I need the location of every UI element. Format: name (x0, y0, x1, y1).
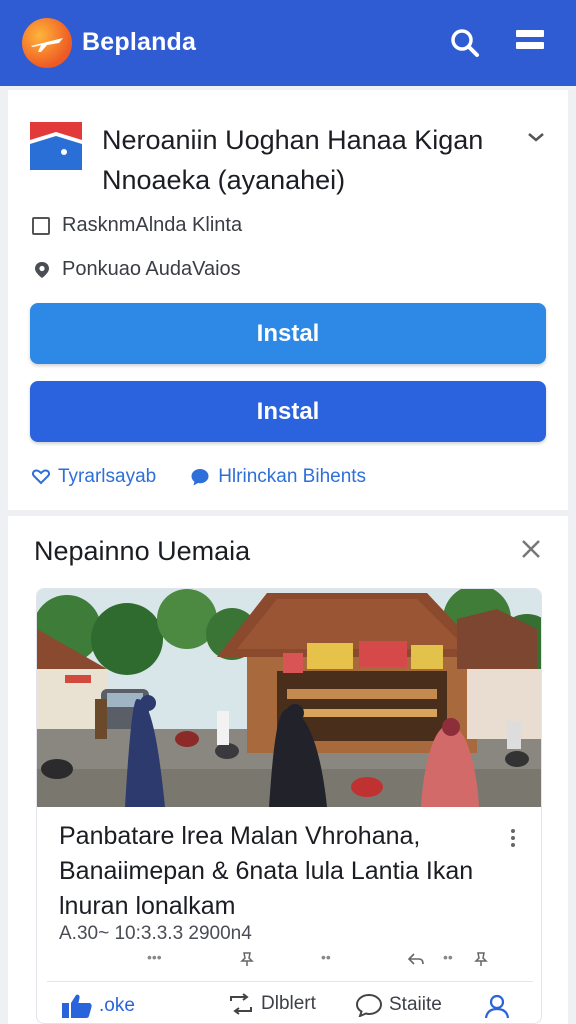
app-card-title: Neroaniin Uoghan Hanaa Kigan Nnoaeka (ay… (102, 125, 484, 195)
thumbs-up-icon (62, 994, 92, 1018)
profile-button[interactable] (483, 993, 517, 1019)
card-links: Tyrarlsayab Hlrinckan Bihents (32, 466, 400, 488)
menu-icon (516, 42, 544, 49)
plane-logo-icon (31, 38, 63, 52)
news-headline[interactable]: Panbatare lrea Malan Vhrohana, Banaiimep… (59, 819, 499, 924)
menu-icon (516, 30, 544, 37)
divider (47, 981, 533, 982)
dots-icon: ••• (147, 949, 162, 965)
chat-bubble-icon (191, 469, 209, 486)
comment-label: Staiite (389, 994, 442, 1015)
close-icon[interactable] (518, 536, 544, 562)
share-label: Dlblert (261, 993, 316, 1014)
share-button[interactable]: Dlblert (227, 993, 316, 1015)
app-card: Neroaniin Uoghan Hanaa Kigan Nnoaeka (ay… (8, 90, 568, 510)
like-label: .oke (99, 995, 135, 1016)
search-icon (451, 29, 479, 57)
install-button-secondary[interactable]: Instal (30, 381, 546, 442)
repost-icon (230, 993, 252, 1015)
checkbox-row[interactable]: RasknmAlnda Klinta (32, 214, 242, 237)
news-card[interactable]: Panbatare lrea Malan Vhrohana, Banaiimep… (36, 588, 542, 1024)
like-button[interactable]: .oke (61, 993, 135, 1019)
link-right[interactable]: Hlrinckan Bihents (190, 466, 366, 488)
news-section: Nepainno Uemaia Panbatare lrea Malan Vhr… (8, 516, 568, 1024)
search-button[interactable] (448, 26, 482, 60)
comment-icon (355, 993, 383, 1017)
reply-icon (407, 953, 424, 965)
action-bar: .oke Dlblert Staiite (37, 989, 541, 1023)
section-title: Nepainno Uemaia (34, 536, 251, 566)
app-title: Beplanda (82, 28, 197, 56)
pin-icon (240, 952, 254, 966)
install-button-primary[interactable]: Instal (30, 303, 546, 364)
news-timestamp: A.30~ 10:3.3.3 2900n4 (59, 923, 252, 944)
news-photo[interactable] (37, 589, 542, 807)
location-row: Ponkuao AudaVaios (32, 258, 241, 281)
more-options-icon[interactable] (511, 829, 517, 849)
app-header: Beplanda (0, 0, 576, 86)
checkbox[interactable] (32, 216, 50, 235)
location-label: Ponkuao AudaVaios (62, 258, 241, 280)
heart-icon (32, 469, 50, 485)
checkbox-label: RasknmAlnda Klinta (62, 214, 243, 236)
reactions-row: ••• •• •• (37, 945, 541, 975)
dots-icon: •• (321, 949, 331, 965)
link-left-label: Tyrarlsayab (58, 466, 157, 487)
link-right-label: Hlrinckan Bihents (218, 466, 367, 487)
dots-icon: •• (443, 949, 453, 965)
flag-icon (30, 122, 82, 170)
menu-button[interactable] (516, 30, 544, 56)
pin-icon (474, 952, 488, 966)
comment-button[interactable]: Staiite (355, 993, 442, 1017)
chevron-down-icon[interactable] (526, 130, 546, 144)
app-logo[interactable] (22, 18, 72, 68)
link-left[interactable]: Tyrarlsayab (32, 466, 156, 488)
location-pin-icon (35, 261, 49, 278)
user-icon (484, 994, 510, 1019)
